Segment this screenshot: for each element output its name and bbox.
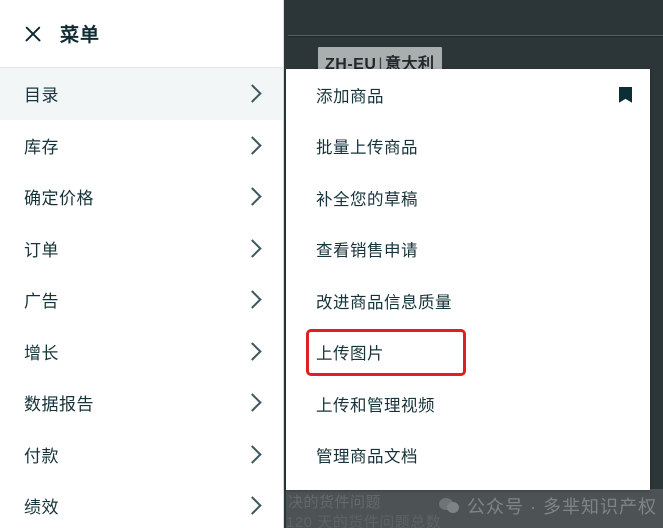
chevron-right-icon (243, 187, 262, 206)
wechat-icon (439, 497, 461, 515)
sidebar-item-label: 广告 (24, 292, 59, 312)
background-text-line-1: 决的货件问题 (288, 494, 382, 511)
sidebar-item-label: 数据报告 (24, 395, 94, 415)
sidebar-item-reports[interactable]: 数据报告 (0, 377, 283, 429)
submenu-item-bulk-upload[interactable]: 批量上传商品 (286, 121, 650, 173)
sidebar-item-label: 库存 (24, 137, 59, 157)
sidebar-menu-list: 目录 库存 确定价格 订单 广告 增长 数据报告 付款 绩效 (0, 68, 283, 528)
submenu-item-manage-product-docs[interactable]: 管理商品文档 (286, 430, 650, 482)
sidebar-item-catalog[interactable]: 目录 (0, 68, 283, 120)
background-content-strip: 决的货件问题 120 天的货件问题总数 公众号 · 多芈知识产权 (286, 489, 663, 528)
submenu-item-improve-listing-quality[interactable]: 改进商品信息质量 (286, 275, 650, 327)
sidebar-item-growth[interactable]: 增长 (0, 326, 283, 378)
chevron-right-icon (243, 496, 262, 515)
submenu-item-label: 上传图片 (316, 345, 384, 364)
submenu-item-view-sales-applications[interactable]: 查看销售申请 (286, 224, 650, 276)
chevron-right-icon (243, 136, 262, 155)
sidebar-item-label: 订单 (24, 240, 59, 260)
watermark-text: 公众号 · 多芈知识产权 (467, 497, 657, 517)
submenu-item-add-product[interactable]: 添加商品 (286, 69, 650, 121)
submenu-item-label: 管理商品文档 (316, 448, 418, 467)
sidebar-item-orders[interactable]: 订单 (0, 223, 283, 275)
menu-title: 菜单 (60, 25, 101, 46)
sidebar-item-performance[interactable]: 绩效 (0, 480, 283, 528)
submenu-item-label: 添加商品 (316, 87, 384, 106)
submenu-item-label: 改进商品信息质量 (316, 293, 452, 312)
sidebar-item-label: 付款 (24, 446, 59, 466)
submenu-panel: 添加商品 批量上传商品 补全您的草稿 查看销售申请 改进商品信息质量 上传图片 … (286, 69, 650, 490)
sidebar-item-label: 绩效 (24, 498, 59, 518)
chevron-right-icon (243, 84, 262, 103)
sidebar-item-inventory[interactable]: 库存 (0, 120, 283, 172)
chevron-right-icon (243, 342, 262, 361)
bookmark-icon[interactable] (619, 86, 632, 103)
submenu-item-label: 补全您的草稿 (316, 190, 418, 209)
submenu-item-label: 批量上传商品 (316, 139, 418, 158)
sidebar-item-pricing[interactable]: 确定价格 (0, 171, 283, 223)
background-text-line-2: 120 天的货件问题总数 (286, 514, 442, 528)
chevron-right-icon (243, 239, 262, 258)
sidebar-item-advertising[interactable]: 广告 (0, 274, 283, 326)
submenu-item-label: 查看销售申请 (316, 242, 418, 261)
sidebar-item-label: 确定价格 (24, 189, 94, 209)
submenu-item-upload-images[interactable]: 上传图片 (286, 327, 650, 379)
watermark: 公众号 · 多芈知识产权 (439, 493, 657, 519)
chevron-right-icon (243, 290, 262, 309)
close-icon[interactable] (22, 23, 44, 45)
chevron-right-icon (243, 445, 262, 464)
sidebar-item-payments[interactable]: 付款 (0, 429, 283, 481)
backdrop-divider-shadow (288, 36, 663, 37)
sidebar-item-label: 增长 (24, 343, 59, 363)
submenu-item-label: 上传和管理视频 (316, 396, 435, 415)
chevron-right-icon (243, 393, 262, 412)
menu-panel: 菜单 目录 库存 确定价格 订单 广告 增长 数据报告 付款 绩效 (0, 0, 284, 528)
app-screenshot: 决的货件问题 120 天的货件问题总数 公众号 · 多芈知识产权 菜单 目录 库… (0, 0, 663, 528)
sidebar-item-label: 目录 (24, 86, 59, 106)
menu-header: 菜单 (0, 0, 283, 68)
submenu-item-upload-manage-videos[interactable]: 上传和管理视频 (286, 378, 650, 430)
submenu-item-complete-drafts[interactable]: 补全您的草稿 (286, 172, 650, 224)
